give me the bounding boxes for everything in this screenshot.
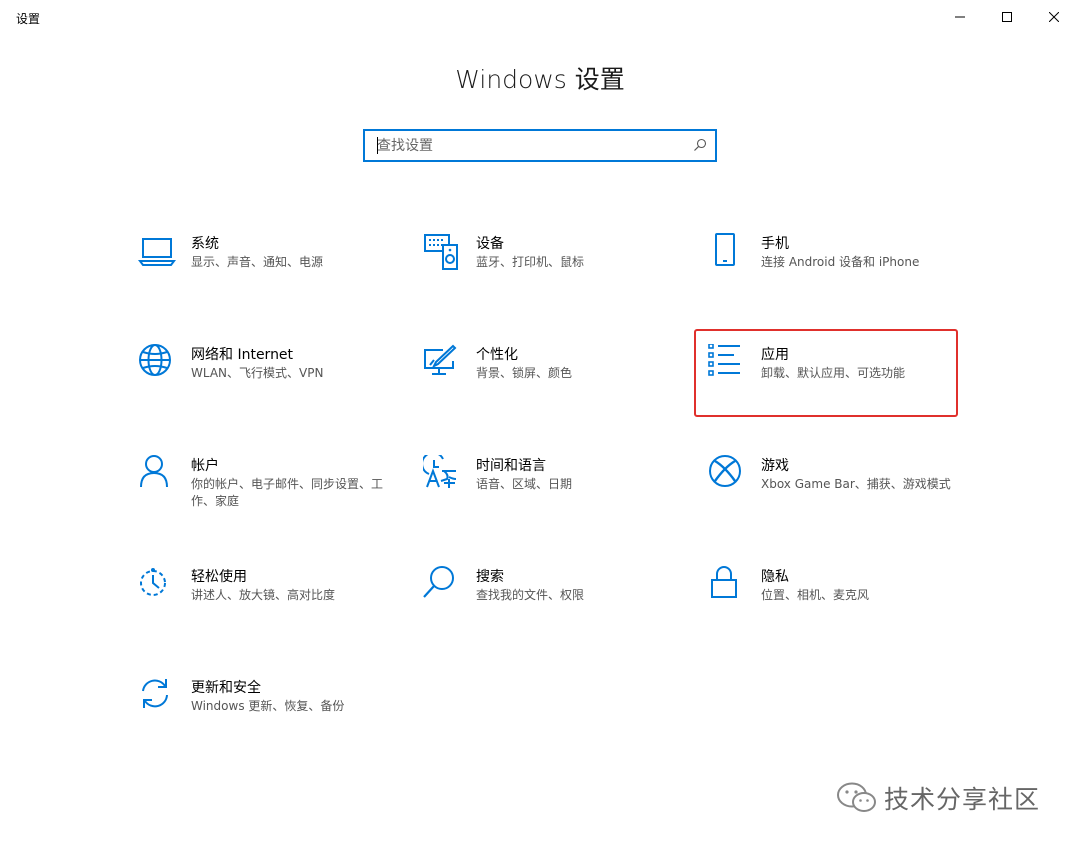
xbox-icon <box>708 455 746 493</box>
watermark-text: 技术分享社区 <box>884 785 1041 814</box>
close-icon <box>1049 12 1059 22</box>
category-search[interactable]: 搜索 查找我的文件、权限 <box>423 566 685 654</box>
laptop-icon <box>138 233 176 271</box>
category-network[interactable]: 网络和 Internet WLAN、飞行模式、VPN <box>138 344 400 432</box>
sync-icon <box>138 677 176 715</box>
category-title: 时间和语言 <box>476 458 546 474</box>
search-input[interactable] <box>365 131 685 160</box>
category-title: 隐私 <box>761 569 789 585</box>
category-accounts[interactable]: 帐户 你的帐户、电子邮件、同步设置、工作、家庭 <box>138 455 400 543</box>
minimize-icon <box>955 16 965 18</box>
category-devices[interactable]: 设备 蓝牙、打印机、鼠标 <box>423 233 685 321</box>
wechat-logo-icon <box>837 782 876 812</box>
category-desc: 位置、相机、麦克风 <box>761 588 870 602</box>
category-ease-of-access[interactable]: 轻松使用 讲述人、放大镜、高对比度 <box>138 566 400 654</box>
category-gaming[interactable]: 游戏 Xbox Game Bar、捕获、游戏模式 <box>708 455 970 543</box>
person-icon <box>138 455 176 493</box>
category-title: 轻松使用 <box>191 569 247 585</box>
category-title: 更新和安全 <box>191 680 261 696</box>
category-desc: 连接 Android 设备和 iPhone <box>761 255 920 269</box>
category-desc: 语音、区域、日期 <box>476 477 573 491</box>
highlight-box <box>694 329 958 417</box>
page-title: Windows 设置 <box>455 65 625 94</box>
category-desc: 你的帐户、电子邮件、同步设置、工作、家庭 <box>191 477 384 508</box>
phone-icon <box>708 233 746 271</box>
category-desc: Xbox Game Bar、捕获、游戏模式 <box>761 477 951 491</box>
search-box[interactable] <box>363 129 717 162</box>
globe-icon <box>138 344 176 382</box>
category-time-language[interactable]: 时间和语言 语音、区域、日期 <box>423 455 685 543</box>
close-button[interactable] <box>1031 0 1077 34</box>
category-update-security[interactable]: 更新和安全 Windows 更新、恢复、备份 <box>138 677 400 765</box>
window-title: 设置 <box>16 12 41 26</box>
text-caret <box>377 137 378 154</box>
maximize-icon <box>1002 12 1012 22</box>
category-title: 手机 <box>761 236 789 252</box>
minimize-button[interactable] <box>937 0 983 34</box>
lock-icon <box>708 566 746 604</box>
category-title: 系统 <box>191 236 219 252</box>
ease-of-access-icon <box>138 566 176 604</box>
watermark: 技术分享社区 <box>836 778 1040 818</box>
category-desc: WLAN、飞行模式、VPN <box>191 366 324 380</box>
category-privacy[interactable]: 隐私 位置、相机、麦克风 <box>708 566 970 654</box>
category-personalization[interactable]: 个性化 背景、锁屏、颜色 <box>423 344 685 432</box>
title-bar: 设置 <box>0 0 1080 34</box>
category-title: 搜索 <box>476 569 504 585</box>
category-title: 个性化 <box>476 347 518 363</box>
maximize-button[interactable] <box>984 0 1030 34</box>
devices-icon <box>423 233 461 271</box>
category-title: 网络和 Internet <box>191 347 294 363</box>
personalization-icon <box>423 344 461 382</box>
category-desc: 查找我的文件、权限 <box>476 588 585 602</box>
category-desc: 蓝牙、打印机、鼠标 <box>476 255 585 269</box>
category-desc: 显示、声音、通知、电源 <box>191 255 324 269</box>
category-system[interactable]: 系统 显示、声音、通知、电源 <box>138 233 400 321</box>
category-phone[interactable]: 手机 连接 Android 设备和 iPhone <box>708 233 970 321</box>
category-desc: 背景、锁屏、颜色 <box>476 366 573 380</box>
search-icon <box>423 566 461 604</box>
category-title: 帐户 <box>191 458 219 474</box>
category-title: 游戏 <box>761 458 789 474</box>
search-icon[interactable] <box>693 138 707 152</box>
category-title: 设备 <box>476 236 504 252</box>
category-desc: 讲述人、放大镜、高对比度 <box>191 588 336 602</box>
time-language-icon <box>423 455 461 493</box>
category-desc: Windows 更新、恢复、备份 <box>191 699 345 713</box>
